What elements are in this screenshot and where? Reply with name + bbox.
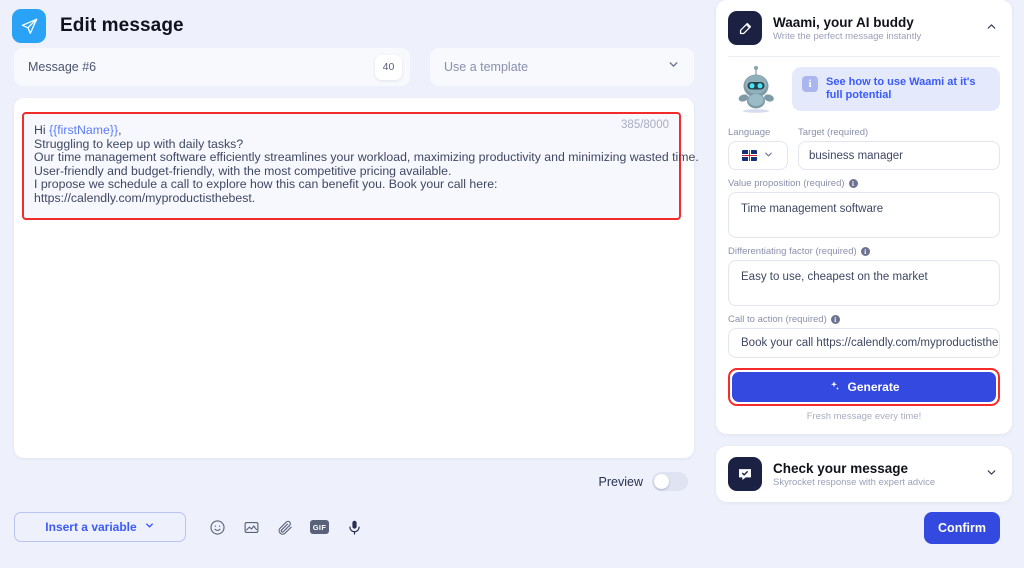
message-body-textarea[interactable]: 385/8000 Hi {{firstName}}, Struggling to… xyxy=(22,112,699,220)
language-target-row: Language Target (required) business mana… xyxy=(728,127,1000,170)
image-icon[interactable] xyxy=(242,518,260,536)
call-to-action-label-text: Call to action (required) xyxy=(728,314,827,325)
check-message-header[interactable]: Check your message Skyrocket response wi… xyxy=(716,446,1012,502)
uk-flag-icon xyxy=(742,150,757,161)
call-to-action-input[interactable]: Book your call https://calendly.com/mypr… xyxy=(728,328,1000,358)
chat-check-icon xyxy=(728,457,762,491)
message-line-text: Hi xyxy=(34,123,50,137)
generate-highlight: Generate xyxy=(728,368,1000,406)
waami-card-header[interactable]: Waami, your AI buddy Write the perfect m… xyxy=(716,0,1012,56)
subject-count-badge: 40 xyxy=(375,54,402,80)
emoji-icon[interactable] xyxy=(208,518,226,536)
waami-form: i See how to use Waami at it's full pote… xyxy=(716,57,1012,434)
target-input[interactable]: business manager xyxy=(798,141,1000,170)
gif-icon[interactable]: GIF xyxy=(310,520,329,534)
insert-variable-button[interactable]: Insert a variable xyxy=(14,512,186,542)
differentiating-factor-group: Differentiating factor (required) i Easy… xyxy=(728,246,1000,306)
preview-label: Preview xyxy=(598,474,643,489)
info-icon[interactable]: i xyxy=(830,315,840,324)
generate-button[interactable]: Generate xyxy=(732,372,996,402)
template-select-value: Use a template xyxy=(444,60,529,74)
check-message-subtitle: Skyrocket response with expert advice xyxy=(773,476,936,488)
page-title: Edit message xyxy=(60,15,184,36)
value-proposition-label: Value proposition (required) i xyxy=(728,178,1000,189)
message-line: Our time management software efficiently… xyxy=(34,150,699,165)
check-message-titles: Check your message Skyrocket response wi… xyxy=(773,461,974,488)
message-line: https://calendly.com/myproductisthebest. xyxy=(34,190,256,205)
differentiating-factor-input[interactable]: Easy to use, cheapest on the market xyxy=(728,260,1000,306)
info-icon: i xyxy=(802,76,818,92)
value-proposition-group: Value proposition (required) i Time mana… xyxy=(728,178,1000,238)
editor-column: Edit message Message #6 40 Use a templat… xyxy=(0,0,706,568)
language-label: Language xyxy=(728,127,771,138)
language-select[interactable] xyxy=(728,141,788,170)
preview-toggle-row: Preview xyxy=(599,472,688,491)
check-message-card[interactable]: Check your message Skyrocket response wi… xyxy=(716,446,1012,502)
compose-card: 385/8000 Hi {{firstName}}, Struggling to… xyxy=(14,98,699,458)
call-to-action-label: Call to action (required) i xyxy=(728,314,1000,325)
info-icon[interactable]: i xyxy=(860,247,870,256)
attachment-icon[interactable] xyxy=(276,518,294,536)
edit-message-screen: Edit message Message #6 40 Use a templat… xyxy=(0,0,1024,568)
waami-card-titles: Waami, your AI buddy Write the perfect m… xyxy=(773,15,974,42)
variable-token: {{firstName}} xyxy=(49,123,119,137)
waami-help-banner[interactable]: i See how to use Waami at it's full pote… xyxy=(792,67,1000,111)
paper-plane-icon xyxy=(12,9,46,43)
message-subject-value: Message #6 xyxy=(28,60,97,74)
generate-note: Fresh message every time! xyxy=(806,411,922,422)
editor-header: Edit message xyxy=(0,0,706,44)
sparkle-icon xyxy=(828,380,840,395)
waami-title: Waami, your AI buddy xyxy=(773,14,914,30)
message-line: Hi {{firstName}}, xyxy=(34,123,667,138)
value-proposition-label-text: Value proposition (required) xyxy=(728,178,845,189)
waami-card: Waami, your AI buddy Write the perfect m… xyxy=(716,0,1012,434)
chevron-down-icon xyxy=(763,147,774,165)
message-subject-field[interactable]: Message #6 40 xyxy=(14,48,410,86)
chevron-down-icon xyxy=(144,520,155,534)
assistant-panel: Waami, your AI buddy Write the perfect m… xyxy=(716,0,1012,568)
insert-variable-label: Insert a variable xyxy=(45,520,137,534)
message-line-suffix: , xyxy=(118,123,122,137)
check-message-title: Check your message xyxy=(773,460,909,476)
preview-toggle[interactable] xyxy=(652,472,688,491)
confirm-button[interactable]: Confirm xyxy=(924,512,1000,544)
call-to-action-group: Call to action (required) i Book your ca… xyxy=(728,314,1000,358)
attachment-icon-row: GIF xyxy=(208,518,363,536)
compose-icon xyxy=(728,11,762,45)
waami-banner-text: See how to use Waami at it's full potent… xyxy=(826,76,976,101)
message-line: I propose we schedule a call to explore … xyxy=(34,177,498,192)
generate-label: Generate xyxy=(847,380,900,394)
differentiating-factor-label-text: Differentiating factor (required) xyxy=(728,246,857,257)
value-proposition-input[interactable]: Time management software xyxy=(728,192,1000,238)
microphone-icon[interactable] xyxy=(345,518,363,536)
waami-subtitle: Write the perfect message instantly xyxy=(773,30,922,42)
editor-bottom-toolbar: Insert a variable GIF xyxy=(14,512,363,542)
waami-banner-row: i See how to use Waami at it's full pote… xyxy=(728,63,1000,120)
message-line: Struggling to keep up with daily tasks? xyxy=(34,136,244,151)
message-line: User-friendly and budget-friendly, with … xyxy=(34,163,452,178)
robot-mascot xyxy=(728,63,784,120)
target-label: Target (required) xyxy=(798,127,869,138)
template-select[interactable]: Use a template xyxy=(430,48,694,86)
chevron-down-icon[interactable] xyxy=(985,466,1000,482)
chevron-up-icon[interactable] xyxy=(985,20,1000,36)
info-icon[interactable]: i xyxy=(848,179,858,188)
chevron-down-icon xyxy=(667,58,680,76)
character-counter: 385/8000 xyxy=(621,119,669,131)
toggle-knob xyxy=(654,474,669,489)
differentiating-factor-label: Differentiating factor (required) i xyxy=(728,246,1000,257)
